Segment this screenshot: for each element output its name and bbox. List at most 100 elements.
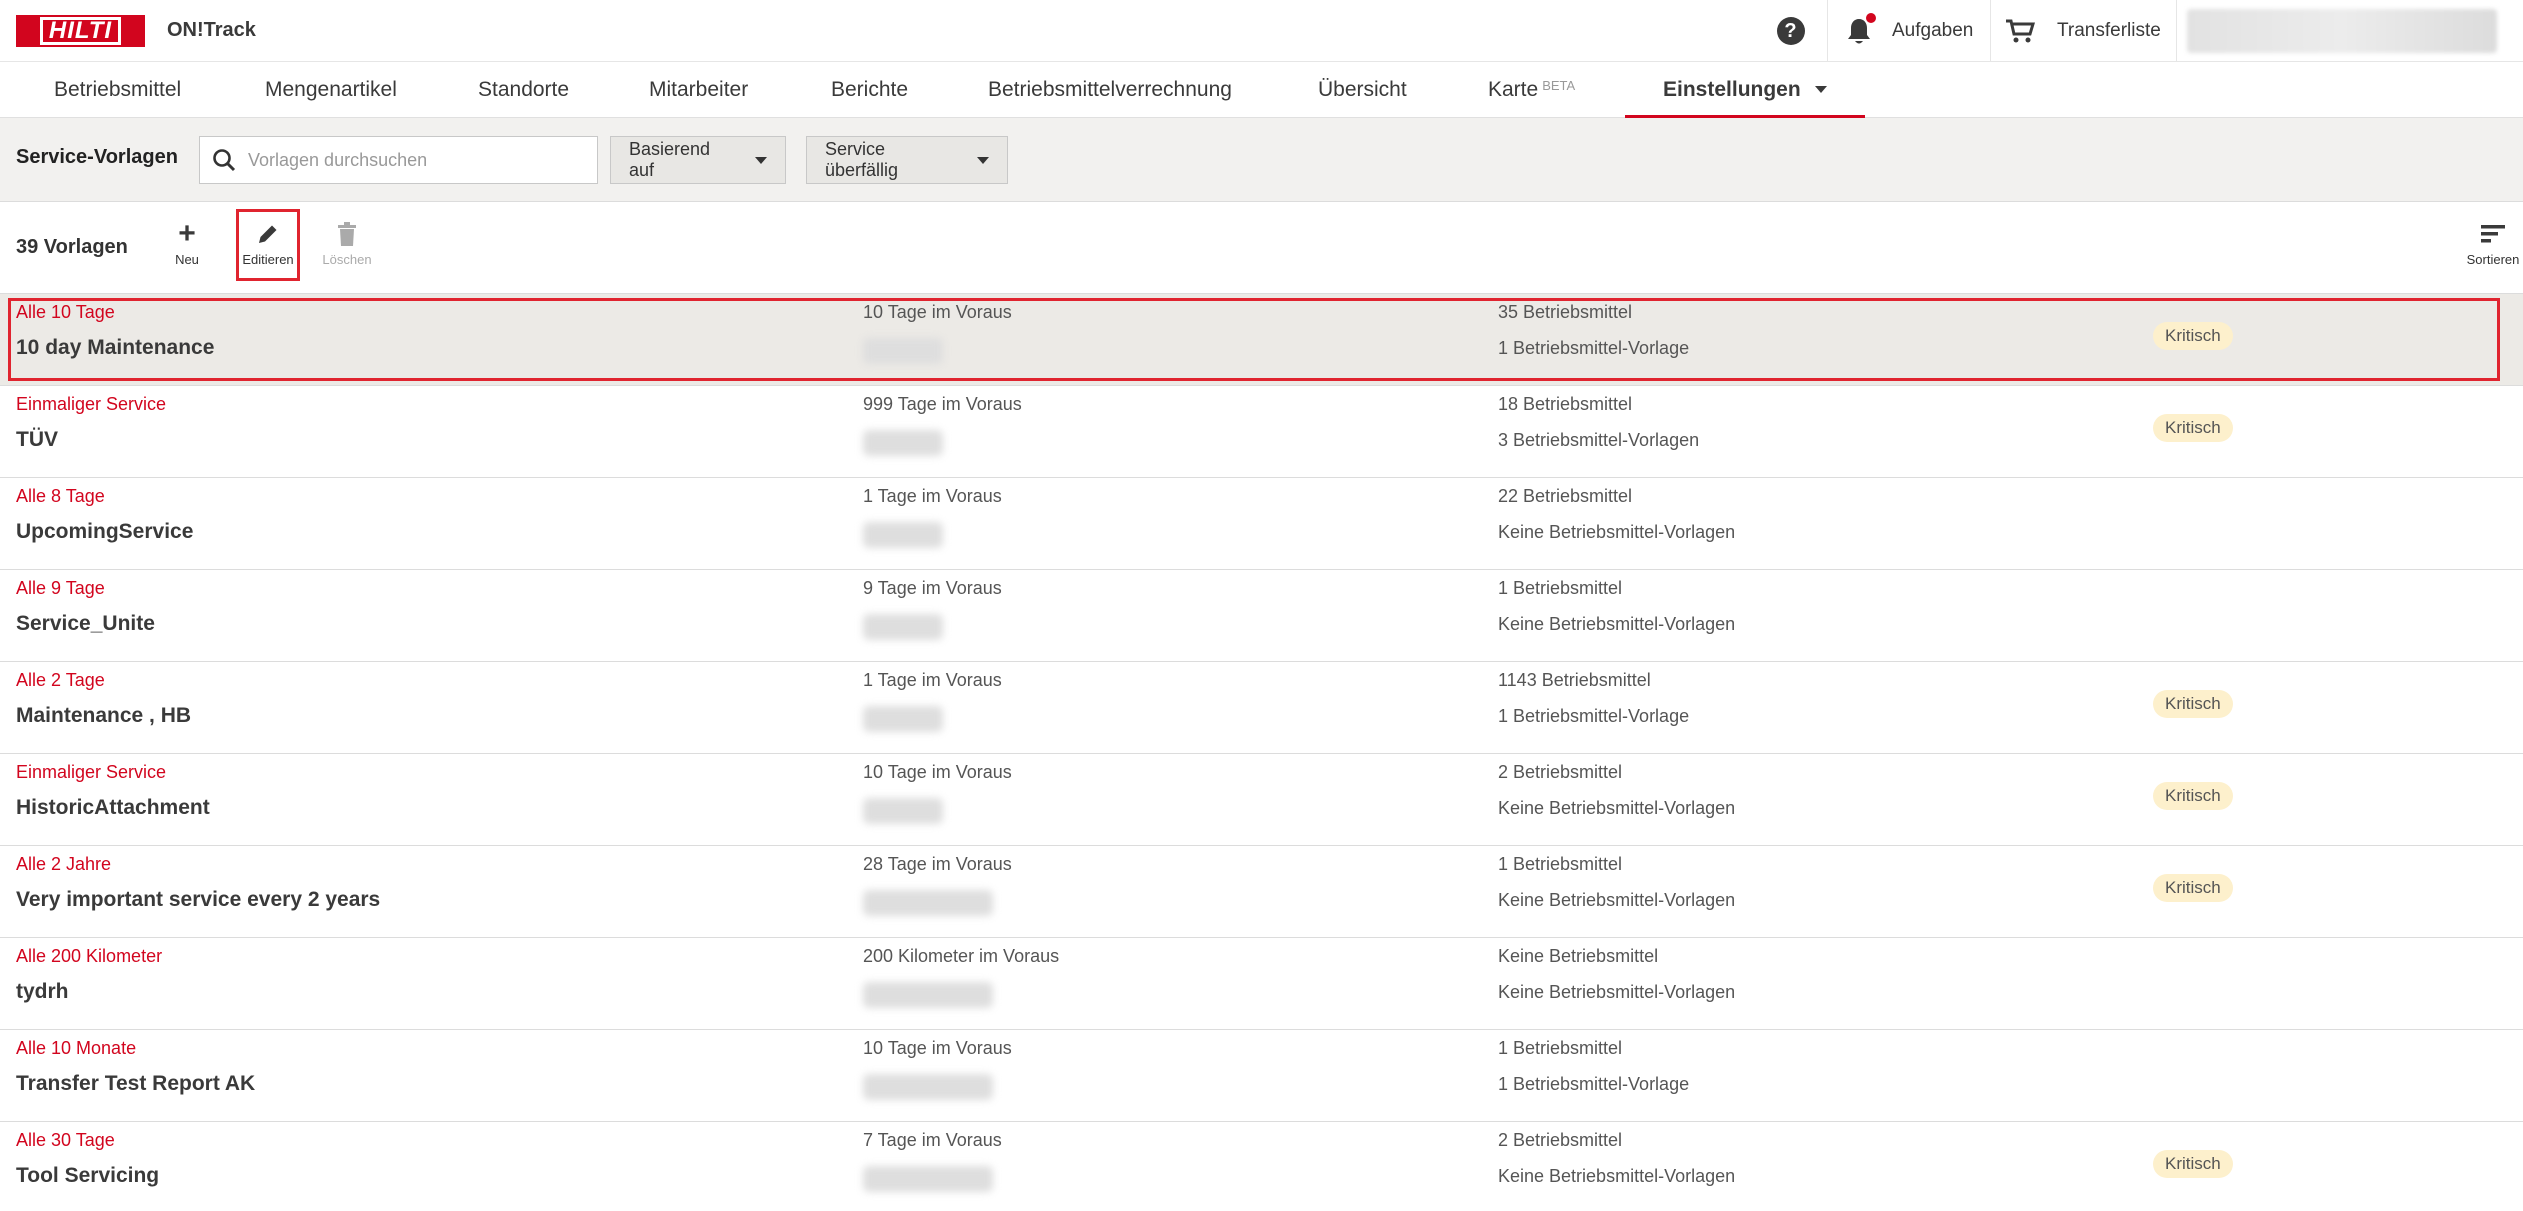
brand-wordmark: HILTI <box>39 17 122 45</box>
filter-bar: Service-Vorlagen Basierend auf Service ü… <box>0 118 2523 202</box>
nav-einstellungen[interactable]: Einstellungen <box>1625 62 1865 118</box>
service-interval: Alle 10 Tage <box>16 302 115 322</box>
top-header: HILTI ON!Track ? Aufgaben Transferliste <box>0 0 2523 62</box>
asset-template-count: 1 Betriebsmittel-Vorlage <box>1498 338 1690 358</box>
new-button[interactable]: + Neu <box>157 216 217 267</box>
template-name: tydrh <box>16 980 69 1003</box>
tasks-button[interactable]: Aufgaben <box>1827 0 1990 62</box>
table-row[interactable]: Alle 2 Jahre Very important service ever… <box>0 846 2523 938</box>
advance-notice: 999 Tage im Voraus <box>863 394 1022 414</box>
critical-badge: Kritisch <box>2153 874 2233 902</box>
service-interval: Alle 30 Tage <box>16 1130 115 1150</box>
chevron-down-icon <box>755 156 767 164</box>
bell-icon <box>1846 13 1876 45</box>
search-icon <box>213 149 236 172</box>
template-name: Maintenance , HB <box>16 704 192 727</box>
asset-count: Keine Betriebsmittel <box>1498 946 1659 966</box>
service-interval: Alle 8 Tage <box>16 486 105 506</box>
table-row[interactable]: Alle 30 Tage Tool Servicing 7 Tage im Vo… <box>0 1122 2523 1211</box>
template-count: 39 Vorlagen <box>16 236 128 258</box>
nav-mitarbeiter[interactable]: Mitarbeiter <box>649 62 748 118</box>
redacted-value <box>863 982 993 1008</box>
redacted-value <box>863 614 943 640</box>
selection-highlight <box>8 298 2500 381</box>
nav-berichte[interactable]: Berichte <box>831 62 908 118</box>
redacted-value <box>863 338 943 364</box>
table-row[interactable]: Alle 9 Tage Service_Unite 9 Tage im Vora… <box>0 570 2523 662</box>
search-input[interactable] <box>248 149 578 171</box>
trash-icon <box>336 216 358 252</box>
sort-label: Sortieren <box>2466 252 2520 267</box>
advance-notice: 10 Tage im Voraus <box>863 302 1012 322</box>
based-on-dropdown[interactable]: Basierend auf <box>610 136 786 184</box>
redacted-value <box>863 1074 993 1100</box>
service-interval: Alle 2 Tage <box>16 670 105 690</box>
help-button[interactable]: ? <box>1754 0 1827 62</box>
transfer-list-button[interactable]: Transferliste <box>1990 0 2176 62</box>
pencil-icon <box>256 216 280 252</box>
nav-betriebsmittel[interactable]: Betriebsmittel <box>54 62 181 118</box>
chevron-down-icon <box>977 156 989 164</box>
table-row[interactable]: Einmaliger Service TÜV 999 Tage im Vorau… <box>0 386 2523 478</box>
nav-karte[interactable]: Karte BETA <box>1488 62 1575 118</box>
template-name: Tool Servicing <box>16 1164 160 1187</box>
asset-count: 1 Betriebsmittel <box>1498 1038 1623 1058</box>
critical-badge: Kritisch <box>2153 322 2233 350</box>
table-row[interactable]: Alle 10 Monate Transfer Test Report AK 1… <box>0 1030 2523 1122</box>
asset-count: 2 Betriebsmittel <box>1498 1130 1623 1150</box>
service-interval: Alle 2 Jahre <box>16 854 112 874</box>
critical-badge: Kritisch <box>2153 782 2233 810</box>
table-row[interactable]: Alle 200 Kilometer tydrh 200 Kilometer i… <box>0 938 2523 1030</box>
nav-standorte[interactable]: Standorte <box>478 62 569 118</box>
sort-icon <box>2480 216 2506 252</box>
advance-notice: 1 Tage im Voraus <box>863 486 1002 506</box>
template-name: Transfer Test Report AK <box>16 1072 256 1095</box>
hilti-logo[interactable]: HILTI <box>16 15 145 47</box>
delete-label: Löschen <box>322 252 372 267</box>
service-interval: Einmaliger Service <box>16 394 167 414</box>
asset-count: 2 Betriebsmittel <box>1498 762 1623 782</box>
template-name: 10 day Maintenance <box>16 336 215 359</box>
nav-betriebsmittelverrechnung[interactable]: Betriebsmittelverrechnung <box>988 62 1232 118</box>
plus-icon: + <box>178 217 196 250</box>
service-overdue-dropdown[interactable]: Service überfällig <box>806 136 1008 184</box>
asset-count: 18 Betriebsmittel <box>1498 394 1633 414</box>
service-interval: Alle 10 Monate <box>16 1038 137 1058</box>
tasks-label: Aufgaben <box>1892 20 1974 41</box>
asset-template-count: Keine Betriebsmittel-Vorlagen <box>1498 982 1736 1002</box>
table-row[interactable]: Alle 10 Tage 10 day Maintenance 10 Tage … <box>0 294 2523 386</box>
user-menu[interactable] <box>2176 0 2523 62</box>
asset-count: 1 Betriebsmittel <box>1498 854 1623 874</box>
table-row[interactable]: Alle 2 Tage Maintenance , HB 1 Tage im V… <box>0 662 2523 754</box>
template-name: HistoricAttachment <box>16 796 210 819</box>
table-row[interactable]: Einmaliger Service HistoricAttachment 10… <box>0 754 2523 846</box>
critical-badge: Kritisch <box>2153 414 2233 442</box>
beta-badge: BETA <box>1542 78 1576 93</box>
nav-uebersicht[interactable]: Übersicht <box>1318 62 1407 118</box>
nav-mengenartikel[interactable]: Mengenartikel <box>265 62 397 118</box>
template-name: UpcomingService <box>16 520 194 543</box>
advance-notice: 200 Kilometer im Voraus <box>863 946 1060 966</box>
sort-button[interactable]: Sortieren <box>2463 216 2523 267</box>
asset-template-count: Keine Betriebsmittel-Vorlagen <box>1498 614 1736 634</box>
nav-einstellungen-label: Einstellungen <box>1663 78 1801 101</box>
asset-template-count: 3 Betriebsmittel-Vorlagen <box>1498 430 1700 450</box>
advance-notice: 10 Tage im Voraus <box>863 1038 1012 1058</box>
service-interval: Einmaliger Service <box>16 762 167 782</box>
table-row[interactable]: Alle 8 Tage UpcomingService 1 Tage im Vo… <box>0 478 2523 570</box>
based-on-label: Basierend auf <box>629 139 711 180</box>
cart-icon <box>2006 19 2035 43</box>
asset-template-count: 1 Betriebsmittel-Vorlage <box>1498 706 1690 726</box>
critical-badge: Kritisch <box>2153 1150 2233 1178</box>
asset-count: 22 Betriebsmittel <box>1498 486 1633 506</box>
delete-button[interactable]: Löschen <box>317 216 377 267</box>
edit-label: Editieren <box>242 252 294 267</box>
template-name: Very important service every 2 years <box>16 888 381 911</box>
search-box[interactable] <box>199 136 598 184</box>
edit-button[interactable]: Editieren <box>238 216 298 267</box>
user-info-blurred <box>2187 9 2497 53</box>
asset-count: 1143 Betriebsmittel <box>1498 670 1651 690</box>
asset-count: 35 Betriebsmittel <box>1498 302 1633 322</box>
asset-template-count: Keine Betriebsmittel-Vorlagen <box>1498 798 1736 818</box>
advance-notice: 28 Tage im Voraus <box>863 854 1012 874</box>
